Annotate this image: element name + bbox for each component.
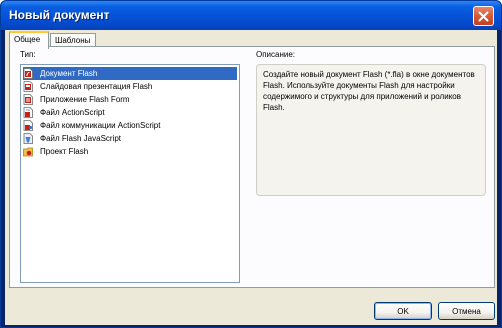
list-item-label: Файл коммуникации ActionScript [40, 121, 161, 130]
list-item-flash-form-application[interactable]: Приложение Flash Form [23, 93, 132, 106]
list-item-label: Проект Flash [40, 147, 89, 156]
title-bar[interactable]: Новый документ [1, 1, 501, 30]
list-item-flash-project[interactable]: Проект Flash [23, 145, 90, 158]
list-item-flash-javascript-file[interactable]: Файл Flash JavaScript [23, 132, 123, 145]
actionscript-communication-file-icon [23, 120, 33, 131]
list-item-flash-slide-presentation[interactable]: Слайдовая презентация Flash [23, 80, 154, 93]
description-label: Описание: [256, 50, 296, 59]
list-item-label: Слайдовая презентация Flash [40, 82, 153, 91]
list-item-label: Файл Flash JavaScript [40, 134, 122, 143]
window-title: Новый документ [9, 8, 110, 22]
type-label: Тип: [20, 50, 36, 59]
new-document-dialog: Новый документ Шаблоны Общее Тип: Докуме… [0, 0, 502, 328]
dialog-body: Шаблоны Общее Тип: Документ Flash Слайдо… [5, 30, 497, 325]
flash-project-icon [23, 147, 33, 157]
ok-button[interactable]: OK [374, 302, 432, 320]
flash-form-application-icon [23, 94, 33, 105]
description-box: Создайте новый документ Flash (*.fla) в … [256, 64, 486, 196]
actionscript-file-icon [23, 107, 33, 118]
flash-javascript-file-icon [23, 133, 33, 144]
close-button[interactable] [473, 6, 494, 26]
tab-general[interactable]: Общее [9, 31, 49, 49]
list-item-label: Файл ActionScript [40, 108, 105, 117]
list-item-label: Приложение Flash Form [40, 95, 130, 104]
cancel-button[interactable]: Отмена [438, 302, 495, 320]
type-listbox[interactable]: Документ Flash Слайдовая презентация Fla… [20, 64, 240, 283]
tab-panel-general: Тип: Документ Flash Слайдовая презентаци… [9, 46, 495, 288]
flash-document-icon [23, 68, 33, 79]
flash-slide-presentation-icon [23, 81, 33, 92]
list-item-actionscript-communication-file[interactable]: Файл коммуникации ActionScript [23, 119, 162, 132]
list-item-actionscript-file[interactable]: Файл ActionScript [23, 106, 107, 119]
list-item-flash-document[interactable]: Документ Flash [23, 67, 237, 80]
list-item-label: Документ Flash [40, 69, 98, 78]
close-icon [478, 11, 489, 21]
